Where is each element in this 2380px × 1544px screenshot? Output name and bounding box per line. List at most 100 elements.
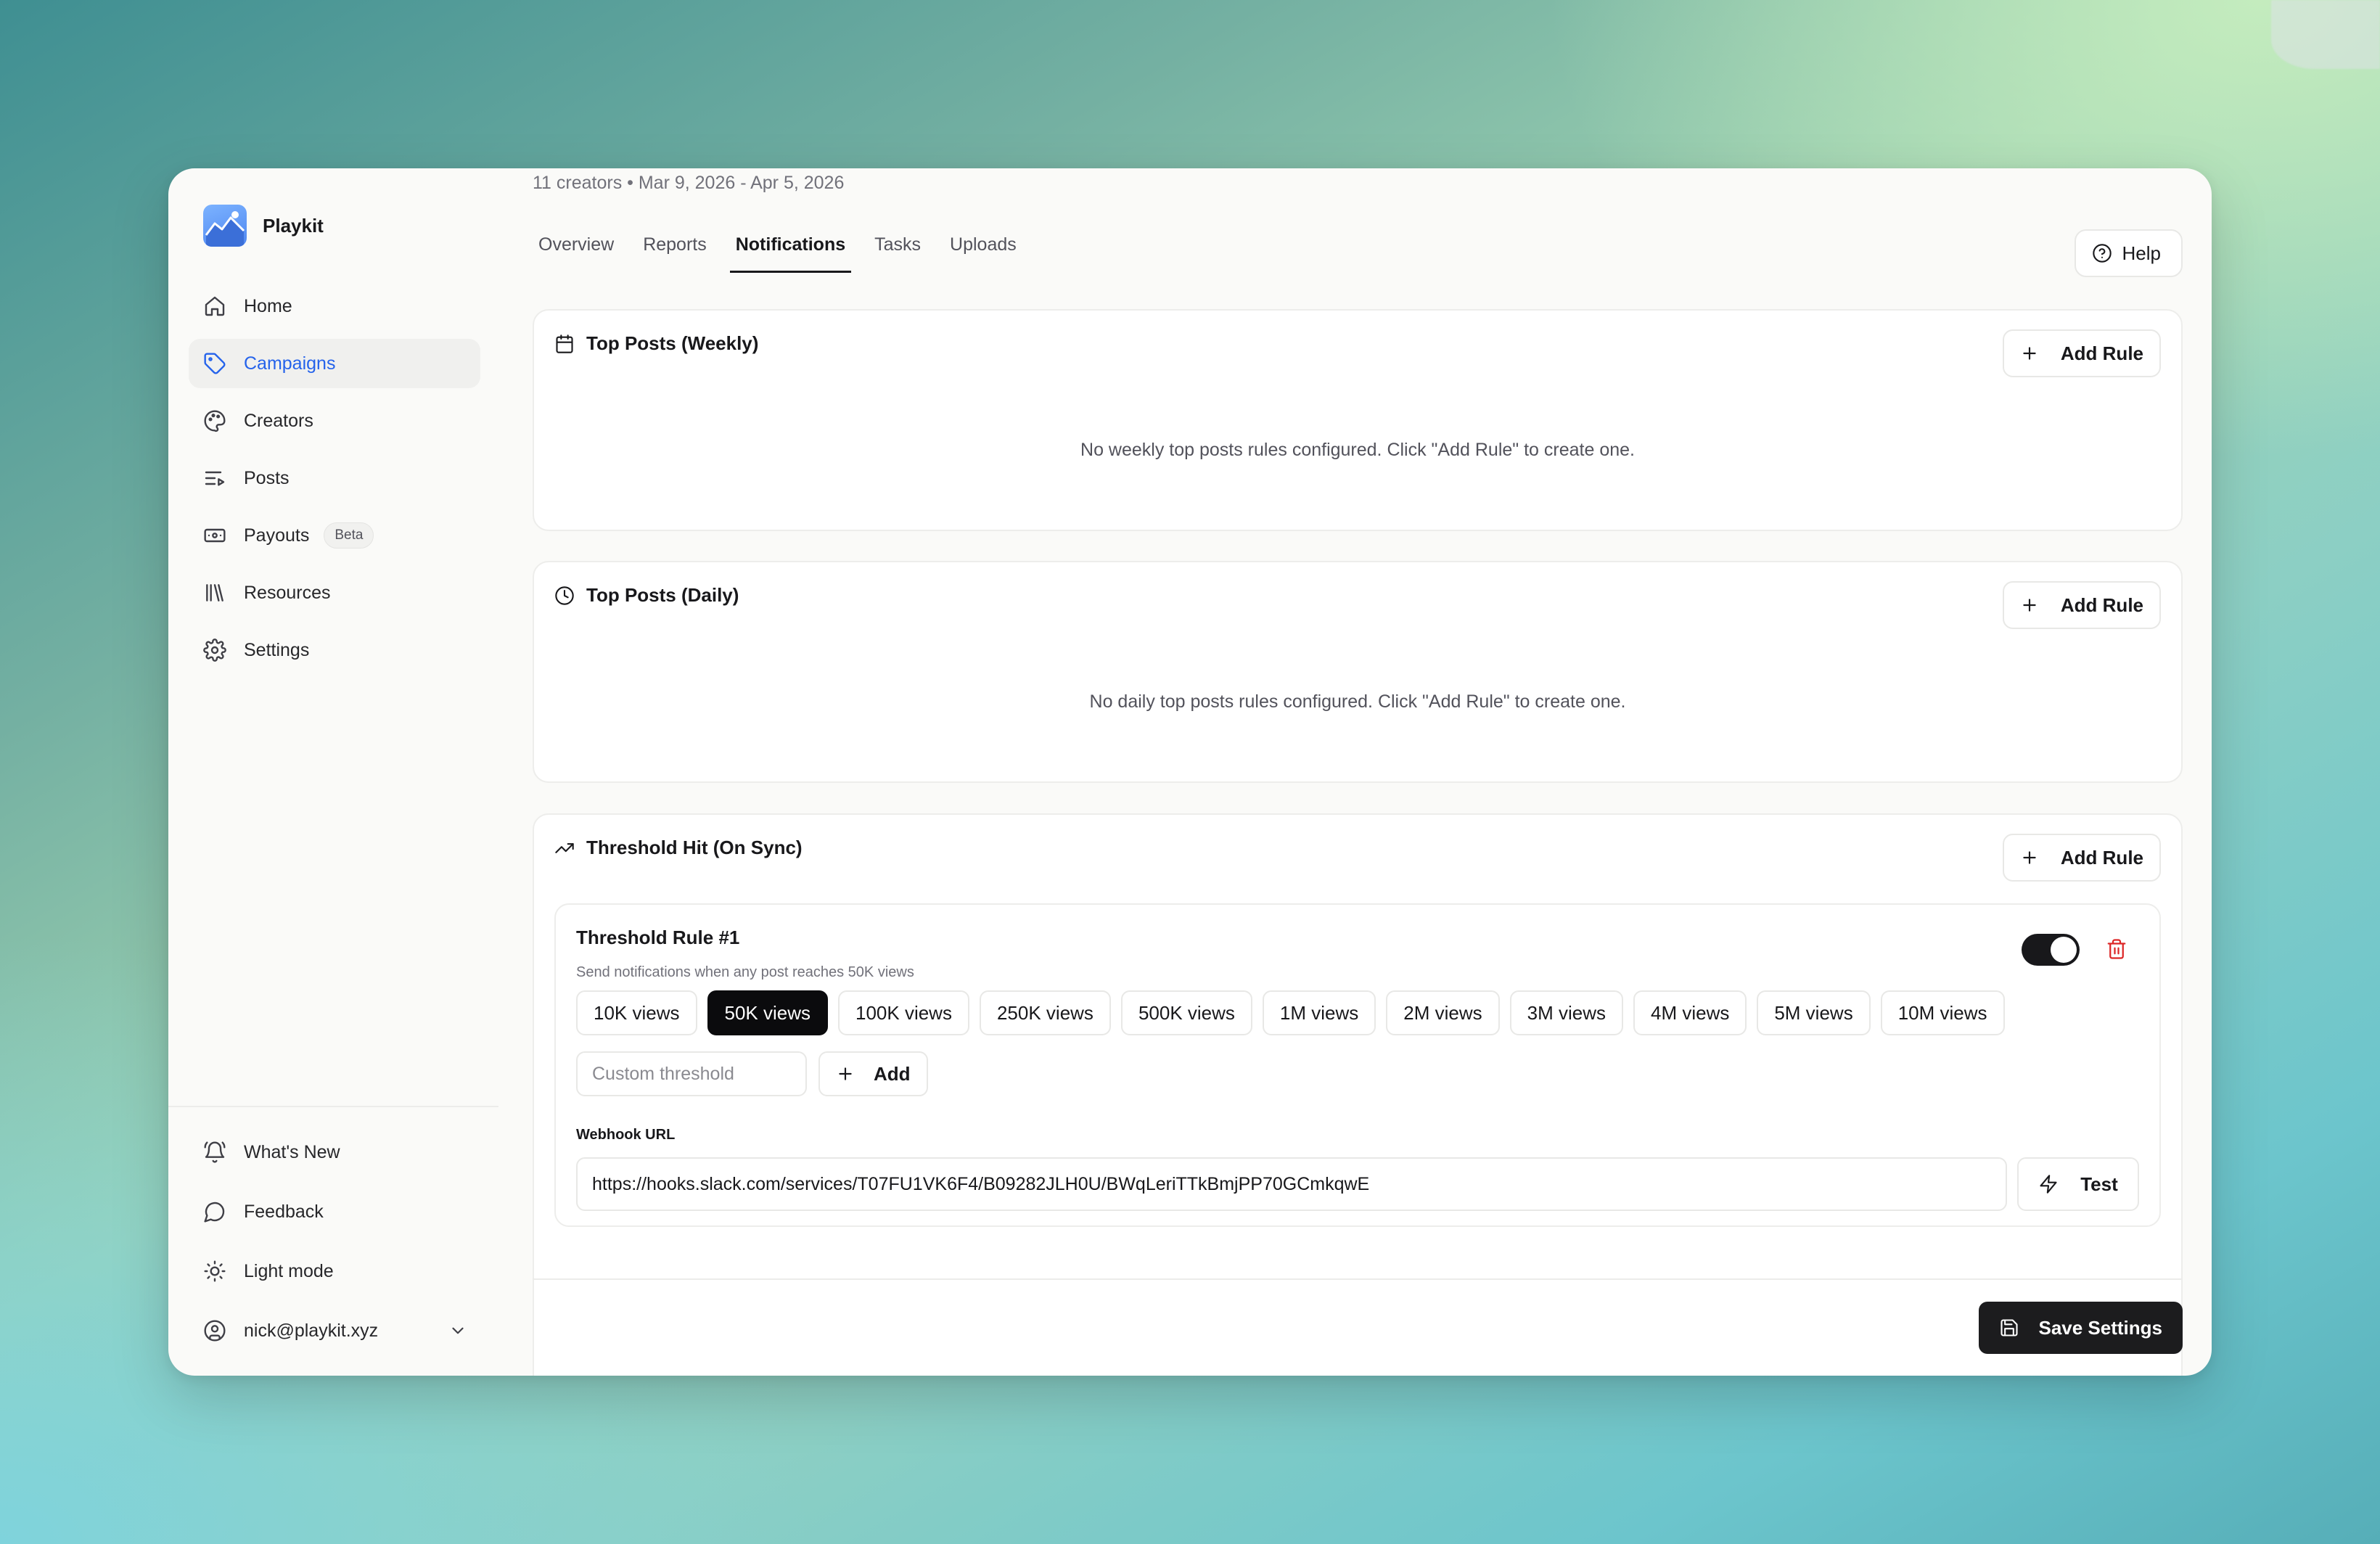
custom-threshold-input[interactable] xyxy=(576,1051,807,1096)
card-title: Threshold Hit (On Sync) xyxy=(586,837,803,858)
threshold-hit-card: Threshold Hit (On Sync) Add Rule Thresho… xyxy=(533,813,2183,1376)
tab-tasks[interactable]: Tasks xyxy=(869,225,927,273)
sidebar-item-label: Posts xyxy=(244,467,290,488)
threshold-chip-selected[interactable]: 50K views xyxy=(707,990,828,1035)
empty-state-text: No weekly top posts rules configured. Cl… xyxy=(1080,440,1635,460)
rule-description: Send notifications when any post reaches… xyxy=(576,964,914,980)
sidebar-item-feedback[interactable]: Feedback xyxy=(189,1187,480,1236)
trash-icon[interactable] xyxy=(2106,938,2127,960)
threshold-chip[interactable]: 10M views xyxy=(1880,990,2005,1035)
sun-icon xyxy=(204,1260,226,1282)
sidebar-item-label: Feedback xyxy=(244,1201,324,1222)
gear-icon xyxy=(203,638,226,662)
banknote-icon xyxy=(204,528,226,543)
calendar-icon xyxy=(556,334,573,353)
chevron-down-icon xyxy=(452,1327,464,1334)
daily-top-posts-card: Top Posts (Daily) Add Rule No daily top … xyxy=(533,561,2183,783)
threshold-chip[interactable]: 100K views xyxy=(838,990,969,1035)
sidebar-item-label: Campaigns xyxy=(244,353,336,374)
threshold-chip[interactable]: 250K views xyxy=(979,990,1111,1035)
sidebar-item-label: Light mode xyxy=(244,1260,334,1281)
sidebar-item-label: Settings xyxy=(244,639,310,660)
card-title: Top Posts (Daily) xyxy=(586,584,739,606)
plus-icon xyxy=(839,1067,852,1080)
add-daily-rule-button[interactable]: Add Rule xyxy=(2002,581,2161,629)
save-label: Save Settings xyxy=(2038,1316,2162,1339)
plus-icon xyxy=(2023,599,2036,612)
card-title: Top Posts (Weekly) xyxy=(586,332,759,354)
user-circle-icon xyxy=(204,1320,226,1342)
test-label: Test xyxy=(2080,1173,2118,1195)
campaign-subtitle: 11 creators • Mar 9, 2026 - Apr 5, 2026 xyxy=(533,173,845,193)
main-content: 11 creators • Mar 9, 2026 - Apr 5, 2026 … xyxy=(533,168,2183,1376)
threshold-chip[interactable]: 3M views xyxy=(1509,990,1623,1035)
threshold-chip[interactable]: 10K views xyxy=(576,990,697,1035)
sidebar-item-payouts[interactable]: Payouts Beta xyxy=(189,511,480,560)
sidebar-item-label: What's New xyxy=(244,1141,340,1162)
sidebar-item-home[interactable]: Home xyxy=(189,282,480,331)
sidebar-item-label: Resources xyxy=(244,582,331,603)
sidebar-item-label: Creators xyxy=(244,410,313,431)
threshold-options: 10K views 50K views 100K views 250K view… xyxy=(576,990,2005,1035)
tag-icon xyxy=(204,353,226,374)
add-threshold-rule-button[interactable]: Add Rule xyxy=(2002,834,2161,882)
list-play-icon xyxy=(205,471,225,486)
plus-icon xyxy=(2023,347,2036,360)
tab-uploads[interactable]: Uploads xyxy=(944,225,1022,273)
sidebar-nav: Home Campaigns Creators Posts Payouts Be… xyxy=(189,282,480,683)
sidebar-item-posts[interactable]: Posts xyxy=(189,453,480,503)
beta-badge: Beta xyxy=(324,522,374,549)
webhook-label: Webhook URL xyxy=(576,1127,676,1143)
brand[interactable]: Playkit xyxy=(203,205,324,247)
tab-notifications[interactable]: Notifications xyxy=(729,225,852,273)
card-header: Top Posts (Weekly) xyxy=(554,332,758,355)
app-window: Playkit Home Campaigns Creators Posts Pa… xyxy=(168,168,2212,1376)
threshold-chip[interactable]: 4M views xyxy=(1633,990,1747,1035)
footer-divider xyxy=(533,1278,2183,1280)
bell-ring-icon xyxy=(204,1141,226,1163)
user-email: nick@playkit.xyz xyxy=(244,1320,379,1341)
plus-icon xyxy=(2023,851,2036,864)
clock-icon xyxy=(555,586,574,605)
threshold-chip[interactable]: 1M views xyxy=(1262,990,1376,1035)
library-icon xyxy=(206,584,223,601)
save-settings-button[interactable]: Save Settings xyxy=(1979,1302,2183,1354)
empty-state-text: No daily top posts rules configured. Cli… xyxy=(1089,691,1626,712)
help-label: Help xyxy=(2122,242,2161,264)
sidebar-item-settings[interactable]: Settings xyxy=(189,625,480,675)
webhook-url-input[interactable] xyxy=(576,1157,2007,1211)
zap-icon xyxy=(2040,1175,2057,1194)
threshold-chip[interactable]: 500K views xyxy=(1120,990,1252,1035)
rule-enabled-toggle[interactable] xyxy=(2022,934,2080,966)
home-icon xyxy=(205,296,225,316)
sidebar-item-whats-new[interactable]: What's New xyxy=(189,1128,480,1177)
brand-name: Playkit xyxy=(263,214,324,237)
tab-overview[interactable]: Overview xyxy=(533,225,620,273)
add-custom-threshold-button[interactable]: Add xyxy=(818,1051,928,1096)
tab-reports[interactable]: Reports xyxy=(637,225,713,273)
sidebar: Playkit Home Campaigns Creators Posts Pa… xyxy=(168,168,498,1376)
threshold-chip[interactable]: 2M views xyxy=(1386,990,1500,1035)
card-header: Threshold Hit (On Sync) xyxy=(554,837,803,859)
sidebar-item-creators[interactable]: Creators xyxy=(189,396,480,445)
help-button[interactable]: Help xyxy=(2074,229,2183,277)
add-rule-label: Add Rule xyxy=(2060,342,2143,364)
test-webhook-button[interactable]: Test xyxy=(2017,1157,2139,1211)
save-icon xyxy=(2001,1319,2019,1336)
threshold-chip[interactable]: 5M views xyxy=(1757,990,1871,1035)
add-rule-label: Add Rule xyxy=(2060,846,2143,868)
help-circle-icon xyxy=(2092,244,2112,263)
playkit-logo xyxy=(203,205,247,247)
add-weekly-rule-button[interactable]: Add Rule xyxy=(2002,329,2161,377)
sidebar-item-campaigns[interactable]: Campaigns xyxy=(189,339,480,388)
sidebar-item-label: Payouts xyxy=(244,525,310,546)
sidebar-item-resources[interactable]: Resources xyxy=(189,568,480,617)
add-label: Add xyxy=(874,1062,911,1085)
weekly-top-posts-card: Top Posts (Weekly) Add Rule No weekly to… xyxy=(533,309,2183,531)
rule-title: Threshold Rule #1 xyxy=(576,927,740,948)
sidebar-bottom-nav: What's New Feedback Light mode nick@play… xyxy=(189,1128,480,1366)
user-menu[interactable]: nick@playkit.xyz xyxy=(189,1306,480,1355)
card-header: Top Posts (Daily) xyxy=(554,584,739,607)
sidebar-item-light-mode[interactable]: Light mode xyxy=(189,1247,480,1296)
add-rule-label: Add Rule xyxy=(2060,594,2143,616)
